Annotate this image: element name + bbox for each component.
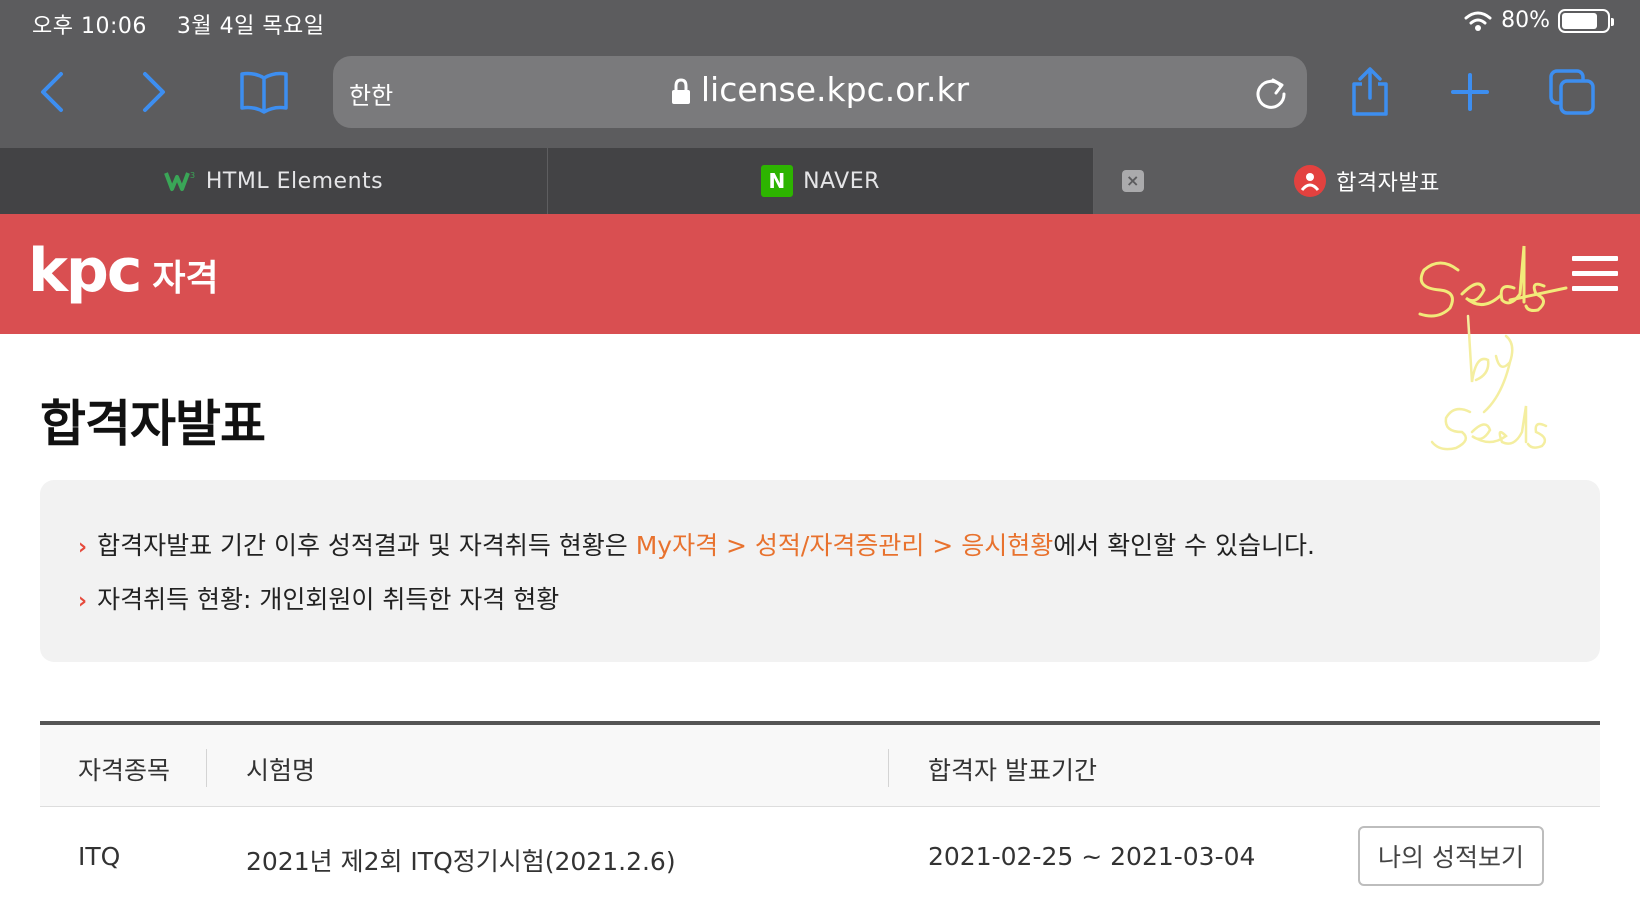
header-period: 합격자 발표기간 bbox=[928, 756, 1097, 785]
status-time: 오후 10:06 3월 4일 목요일 bbox=[32, 8, 325, 40]
header-exam: 시험명 bbox=[246, 756, 316, 785]
tab-html-elements[interactable]: 3 HTML Elements bbox=[0, 148, 548, 214]
bookmarks-icon bbox=[240, 71, 288, 114]
status-bar: 오후 10:06 3월 4일 목요일 80% bbox=[0, 0, 1640, 48]
lock-icon bbox=[671, 77, 690, 104]
kpc-favicon bbox=[1294, 165, 1327, 197]
w3schools-favicon: 3 bbox=[163, 165, 196, 197]
notice-text-end: 에서 확인할 수 있습니다. bbox=[1053, 531, 1315, 560]
view-my-score-button[interactable]: 나의 성적보기 bbox=[1358, 826, 1544, 886]
tab-label: 합격자발표 bbox=[1336, 171, 1440, 196]
tab-naver[interactable]: N NAVER bbox=[548, 148, 1094, 214]
status-right: 80% bbox=[1463, 8, 1614, 33]
url-text: license.kpc.or.kr bbox=[700, 70, 970, 109]
svg-text:3: 3 bbox=[190, 171, 196, 180]
new-tab-icon bbox=[1451, 73, 1489, 111]
tab-label: HTML Elements bbox=[205, 168, 384, 194]
wifi-icon bbox=[1464, 11, 1492, 31]
chevron-right-icon: › bbox=[78, 589, 88, 614]
browser-chrome: 오후 10:06 3월 4일 목요일 80% 한한 license.kpc.or… bbox=[0, 0, 1640, 148]
bookmarks-button[interactable] bbox=[232, 62, 296, 122]
site-header: kpc 자격 bbox=[0, 214, 1640, 334]
naver-favicon: N bbox=[761, 165, 794, 197]
reload-icon[interactable] bbox=[1251, 72, 1291, 112]
chevron-right-icon: › bbox=[78, 535, 88, 560]
notice-text: 자격취득 현황: 개인회원이 취득한 자격 현황 bbox=[97, 585, 560, 614]
table-header: 자격종목 시험명 합격자 발표기간 bbox=[40, 725, 1600, 807]
menu-icon[interactable] bbox=[1572, 256, 1618, 296]
cell-item: ITQ bbox=[78, 842, 121, 871]
new-tab-button[interactable] bbox=[1438, 62, 1502, 122]
cell-exam: 2021년 제2회 ITQ정기시험(2021.2.6) bbox=[246, 847, 676, 876]
notice-text: 합격자발표 기간 이후 성적결과 및 자격취득 현황은 bbox=[97, 531, 636, 560]
forward-button[interactable] bbox=[122, 62, 186, 122]
notice-item: › 자격취득 현황: 개인회원이 취득한 자격 현황 bbox=[78, 580, 559, 616]
forward-icon bbox=[143, 72, 165, 112]
my-status-link[interactable]: My자격 > 성적/자격증관리 > 응시현황 bbox=[636, 531, 1053, 560]
logo-mark: kpc bbox=[28, 236, 142, 306]
battery-icon bbox=[1558, 8, 1614, 33]
status-date: 3월 4일 목요일 bbox=[176, 14, 325, 39]
share-button[interactable] bbox=[1338, 62, 1402, 122]
back-button[interactable] bbox=[20, 62, 84, 122]
tab-label: NAVER bbox=[803, 168, 880, 194]
status-clock: 오후 10:06 bbox=[32, 14, 147, 39]
results-table: 자격종목 시험명 합격자 발표기간 bbox=[40, 721, 1600, 807]
notice-item: › 합격자발표 기간 이후 성적결과 및 자격취득 현황은 My자격 > 성적/자… bbox=[78, 526, 1315, 562]
notice-box: › 합격자발표 기간 이후 성적결과 및 자격취득 현황은 My자격 > 성적/자… bbox=[40, 480, 1600, 662]
cell-period: 2021-02-25 ~ 2021-03-04 bbox=[928, 842, 1256, 871]
tab-pass-announcement[interactable]: × 합격자발표 bbox=[1094, 148, 1640, 214]
page-title: 합격자발표 bbox=[40, 395, 266, 453]
tabs-overview-button[interactable] bbox=[1540, 62, 1604, 122]
close-icon[interactable]: × bbox=[1122, 170, 1144, 192]
header-item: 자격종목 bbox=[78, 756, 171, 785]
logo-subtitle: 자격 bbox=[152, 258, 219, 299]
address-bar[interactable]: 한한 license.kpc.or.kr bbox=[333, 56, 1307, 128]
tabs-icon bbox=[1549, 69, 1595, 115]
site-logo[interactable]: kpc 자격 bbox=[28, 236, 219, 306]
url-display[interactable]: license.kpc.or.kr bbox=[333, 70, 1307, 109]
tab-bar: 3 HTML Elements N NAVER × 합격자발표 bbox=[0, 148, 1640, 214]
battery-level bbox=[1562, 12, 1598, 29]
battery-percent: 80% bbox=[1501, 8, 1550, 33]
back-icon bbox=[41, 72, 63, 112]
share-icon bbox=[1352, 67, 1388, 116]
